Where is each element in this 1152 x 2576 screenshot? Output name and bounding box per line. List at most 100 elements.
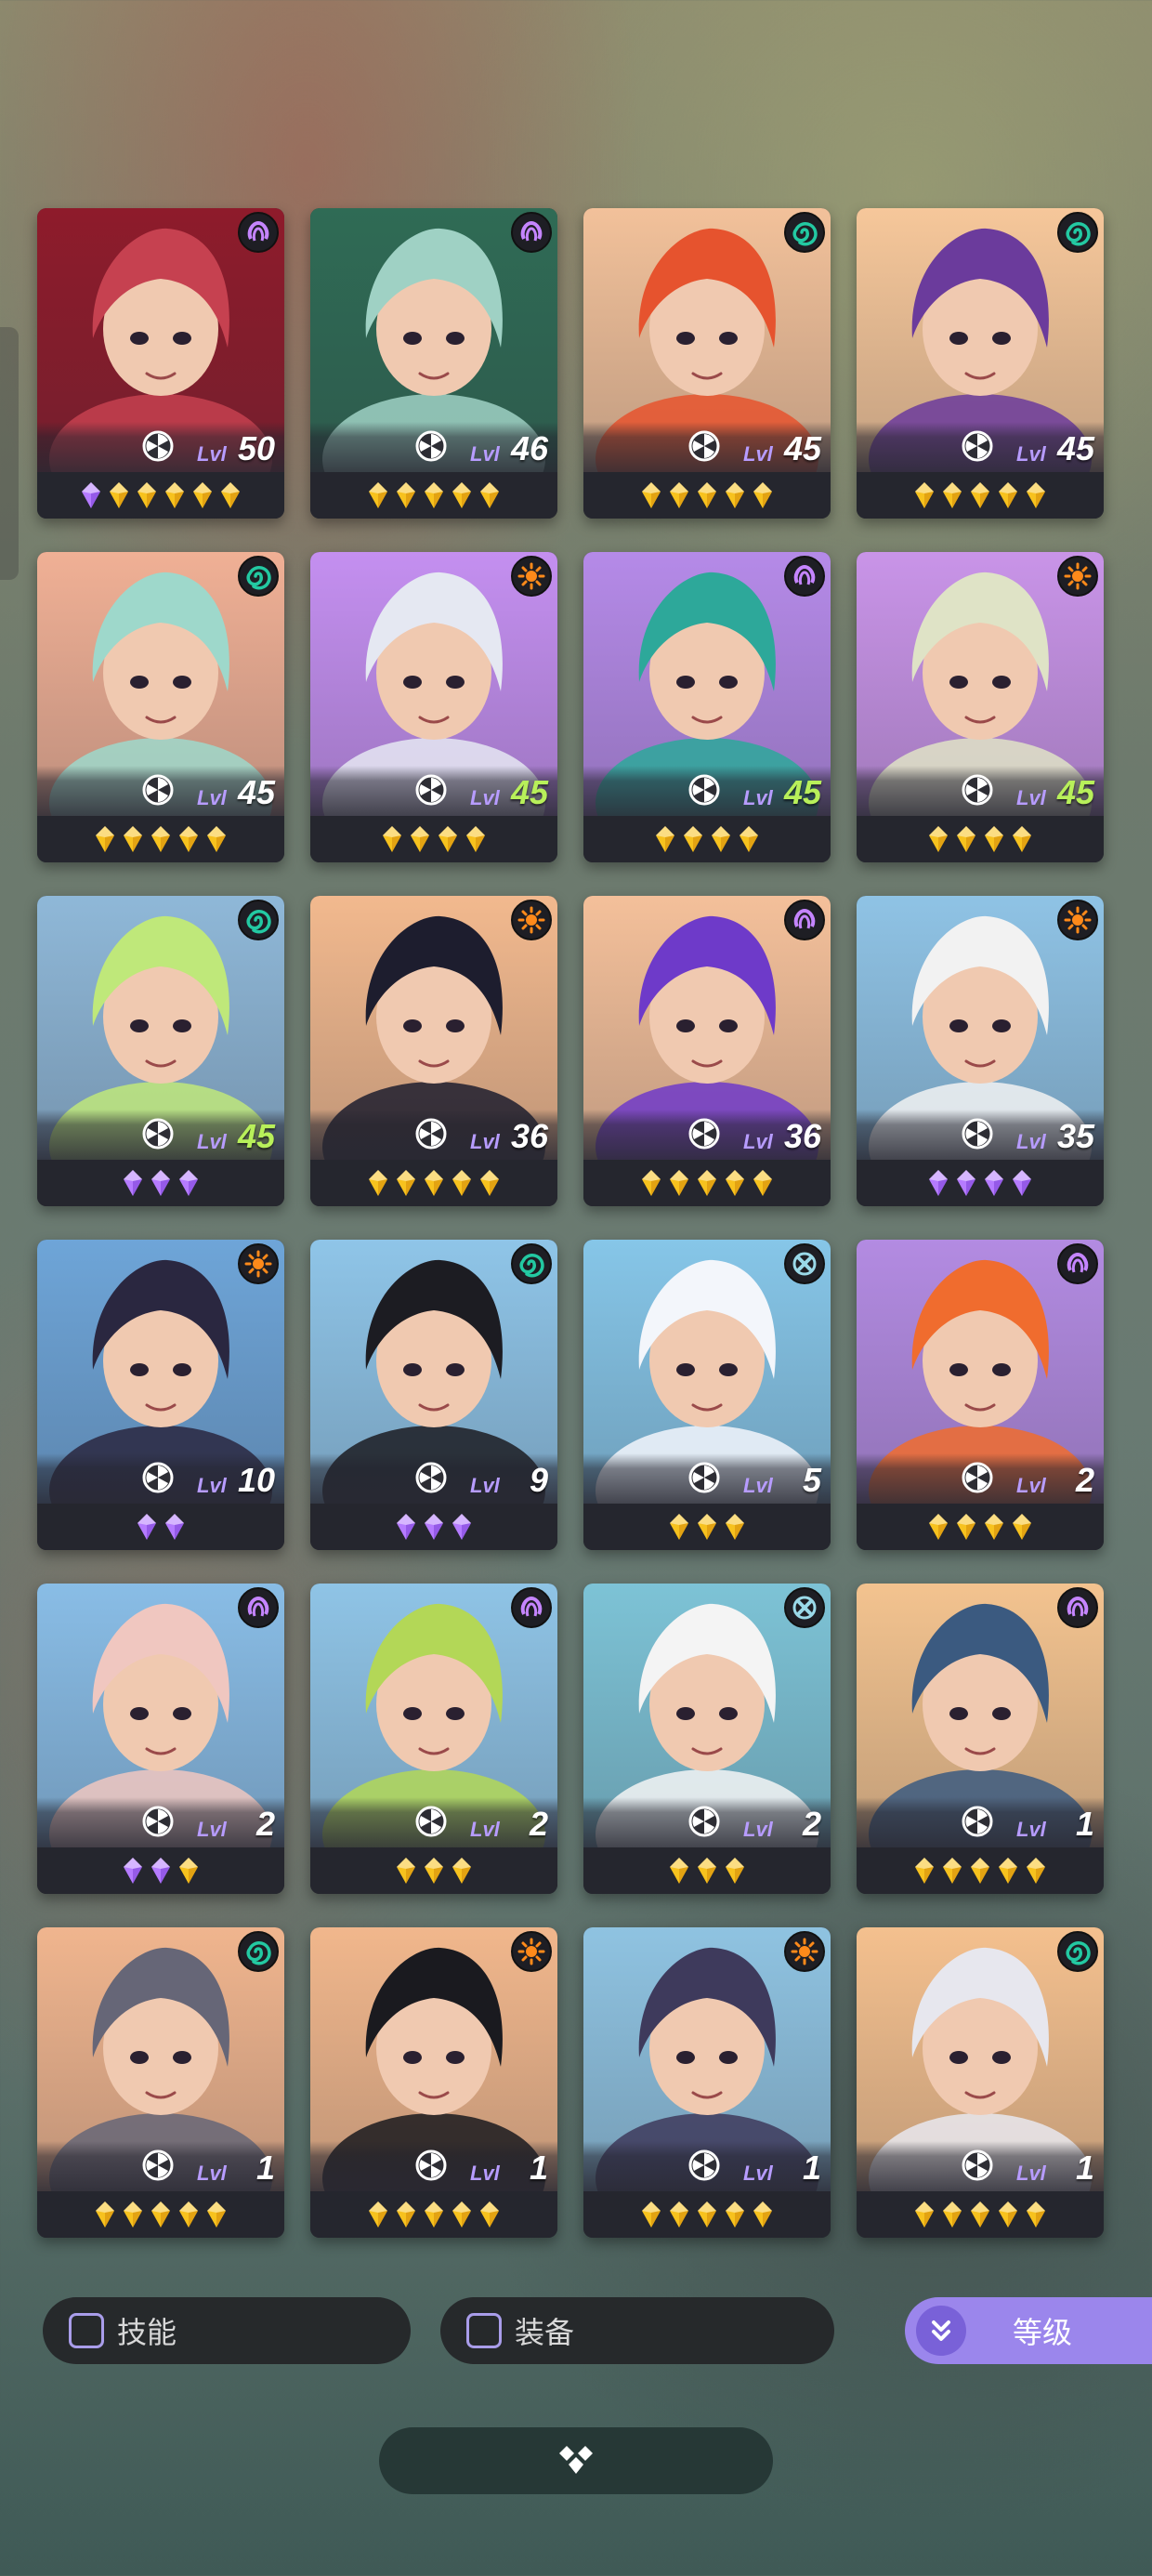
expand-button[interactable] (379, 2427, 773, 2494)
purple-gem-icon (124, 1858, 142, 1884)
hero-level: 1 (802, 2149, 821, 2187)
sort-by-level-button[interactable]: 等级 (905, 2297, 1152, 2364)
hero-level: 36 (783, 1117, 821, 1155)
hero-level: 35 (1056, 1117, 1094, 1155)
sun-icon (1057, 900, 1098, 940)
gold-gem-icon (425, 1858, 443, 1884)
hero-card[interactable]: Lvl 1 (857, 1927, 1104, 2238)
hero-level: 1 (255, 2149, 275, 2187)
skill-wheel-icon (962, 430, 993, 462)
gold-gem-icon (740, 826, 758, 852)
level-prefix: Lvl (1016, 2162, 1046, 2185)
gold-gem-icon (642, 482, 661, 508)
gold-gem-icon (137, 482, 156, 508)
purple-gem-icon (82, 482, 100, 508)
psy-icon (1057, 1587, 1098, 1628)
gold-gem-icon (915, 482, 934, 508)
skill-wheel-icon (415, 430, 447, 462)
hero-card[interactable]: Lvl 2 (857, 1240, 1104, 1550)
hero-card[interactable]: Lvl 45 (583, 208, 831, 519)
gold-gem-icon (726, 2201, 744, 2228)
psy-icon (784, 556, 825, 597)
level-prefix: Lvl (1016, 442, 1046, 466)
side-drawer-tab[interactable] (0, 327, 19, 580)
gold-gem-icon (999, 482, 1017, 508)
hero-level: 1 (529, 2149, 548, 2187)
star-gems (37, 2191, 284, 2238)
hero-card[interactable]: Lvl 1 (310, 1927, 557, 2238)
level-prefix: Lvl (470, 2162, 500, 2185)
skill-filter-label: 技能 (117, 2316, 177, 2349)
hero-card[interactable]: Lvl 2 (583, 1584, 831, 1894)
level-prefix: Lvl (470, 442, 500, 466)
skill-wheel-icon (688, 430, 720, 462)
hero-card[interactable]: Lvl 45 (857, 208, 1104, 519)
star-gems (583, 2191, 831, 2238)
gold-gem-icon (480, 482, 499, 508)
level-prefix: Lvl (1016, 1130, 1046, 1153)
star-gems (857, 816, 1104, 862)
hero-card[interactable]: Lvl 2 (310, 1584, 557, 1894)
hero-card[interactable]: Lvl 45 (583, 552, 831, 862)
hero-card[interactable]: Lvl 9 (310, 1240, 557, 1550)
hero-level: 2 (1075, 1461, 1094, 1499)
skill-wheel-icon (142, 1806, 174, 1837)
hero-card[interactable]: Lvl 1 (37, 1927, 284, 2238)
gold-gem-icon (698, 1170, 716, 1196)
hero-card[interactable]: Lvl 1 (583, 1927, 831, 2238)
hero-card[interactable]: Lvl 35 (857, 896, 1104, 1206)
skill-wheel-icon (962, 774, 993, 806)
hero-card[interactable]: Lvl 45 (857, 552, 1104, 862)
equipment-filter[interactable]: 装备 (440, 2297, 834, 2364)
hero-card[interactable]: Lvl 45 (37, 552, 284, 862)
star-gems (37, 472, 284, 519)
gold-gem-icon (670, 1514, 688, 1540)
hero-card[interactable]: Lvl 5 (583, 1240, 831, 1550)
sort-label: 等级 (1013, 2316, 1073, 2349)
hero-level: 10 (237, 1461, 275, 1499)
skill-wheel-icon (962, 1462, 993, 1493)
skill-wheel-icon (415, 1806, 447, 1837)
skill-filter[interactable]: 技能 (43, 2297, 411, 2364)
gold-gem-icon (452, 482, 471, 508)
hero-card[interactable]: Lvl 45 (37, 896, 284, 1206)
star-gems (583, 1504, 831, 1550)
gold-gem-icon (480, 2201, 499, 2228)
hero-card[interactable]: Lvl 1 (857, 1584, 1104, 1894)
level-prefix: Lvl (197, 1474, 227, 1497)
gold-gem-icon (425, 482, 443, 508)
wind-icon (238, 556, 279, 597)
skill-wheel-icon (415, 1118, 447, 1150)
gold-gem-icon (999, 1858, 1017, 1884)
hero-card[interactable]: Lvl 36 (310, 896, 557, 1206)
hero-card[interactable]: Lvl 45 (310, 552, 557, 862)
hero-level: 45 (237, 773, 275, 811)
hero-card[interactable]: Lvl 10 (37, 1240, 284, 1550)
gold-gem-icon (753, 482, 772, 508)
psy-icon (1057, 1243, 1098, 1284)
level-prefix: Lvl (470, 1130, 500, 1153)
gold-gem-icon (726, 482, 744, 508)
gold-gem-icon (221, 482, 240, 508)
hero-card[interactable]: Lvl 50 (37, 208, 284, 519)
hero-level: 45 (783, 429, 821, 467)
wind-icon (784, 212, 825, 253)
gold-gem-icon (957, 826, 975, 852)
level-prefix: Lvl (197, 1130, 227, 1153)
hero-grid: Lvl 50 Lvl 46 Lvl 45 Lvl 45 Lvl 45 Lvl 4… (37, 208, 1104, 2238)
level-prefix: Lvl (197, 2162, 227, 2185)
skill-wheel-icon (415, 1462, 447, 1493)
level-prefix: Lvl (470, 786, 500, 809)
gold-gem-icon (369, 1170, 387, 1196)
level-prefix: Lvl (743, 1130, 773, 1153)
skill-checkbox[interactable] (69, 2313, 104, 2348)
purple-gem-icon (929, 1170, 948, 1196)
star-gems (583, 1160, 831, 1206)
hero-card[interactable]: Lvl 46 (310, 208, 557, 519)
gold-gem-icon (397, 2201, 415, 2228)
hero-card[interactable]: Lvl 36 (583, 896, 831, 1206)
equipment-checkbox[interactable] (466, 2313, 502, 2348)
hero-card[interactable]: Lvl 2 (37, 1584, 284, 1894)
gold-gem-icon (151, 2201, 170, 2228)
gold-gem-icon (439, 826, 457, 852)
